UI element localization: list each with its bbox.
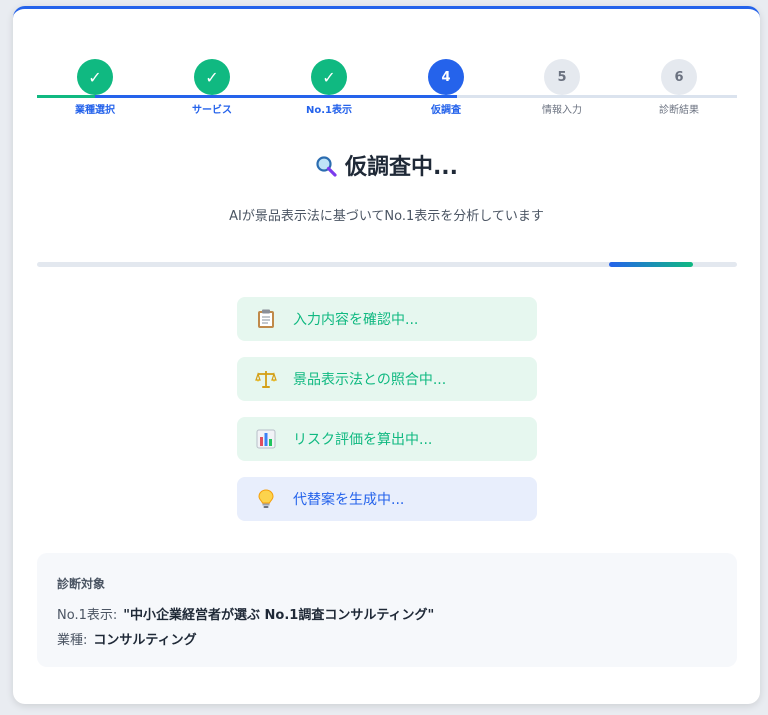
task-item: 代替案を生成中...: [237, 477, 537, 521]
target-no1-label: No.1表示:: [57, 608, 118, 623]
step-industry[interactable]: ✓ 業種選択: [37, 59, 153, 116]
step-label: 情報入力: [542, 105, 582, 116]
target-no1-row: No.1表示: "中小企業経営者が選ぶ No.1調査コンサルティング": [57, 604, 717, 623]
target-industry-label: 業種:: [57, 633, 88, 648]
clipboard-icon: [255, 308, 277, 330]
analysis-progress-bar: [37, 262, 737, 267]
step-no1[interactable]: ✓ No.1表示: [271, 59, 387, 116]
task-label: リスク評価を算出中...: [293, 432, 433, 448]
step-label: 仮調査: [431, 105, 461, 116]
target-industry-row: 業種: コンサルティング: [57, 629, 717, 648]
step-label: サービス: [192, 105, 232, 116]
page-title: 仮調査中...: [13, 149, 760, 181]
task-label: 景品表示法との照合中...: [293, 372, 447, 388]
step-preliminary: 4 仮調査: [388, 59, 504, 116]
task-item: 景品表示法との照合中...: [237, 357, 537, 401]
target-industry-value: コンサルティング: [93, 633, 197, 648]
step-number: 6: [661, 59, 697, 95]
step-result: 6 診断結果: [621, 59, 737, 116]
bar-chart-icon: [255, 428, 277, 450]
task-item: 入力内容を確認中...: [237, 297, 537, 341]
page-title-text: 仮調査中...: [344, 155, 459, 180]
scales-icon: [255, 368, 277, 390]
diagnosis-target-panel: 診断対象 No.1表示: "中小企業経営者が選ぶ No.1調査コンサルティング" …: [37, 553, 737, 667]
analysis-card: ✓ 業種選択 ✓ サービス ✓ No.1表示 4 仮調査 5 情報入力 6 診断…: [13, 6, 760, 704]
target-no1-value: "中小企業経営者が選ぶ No.1調査コンサルティング": [123, 608, 435, 623]
task-label: 代替案を生成中...: [293, 492, 405, 508]
task-label: 入力内容を確認中...: [293, 312, 419, 328]
step-service[interactable]: ✓ サービス: [154, 59, 270, 116]
step-label: 業種選択: [75, 105, 115, 116]
task-item: リスク評価を算出中...: [237, 417, 537, 461]
step-number: 5: [544, 59, 580, 95]
step-check-icon: ✓: [194, 59, 230, 95]
target-heading: 診断対象: [57, 577, 106, 591]
magnifier-icon: [315, 155, 337, 177]
step-number: 4: [428, 59, 464, 95]
step-info-input: 5 情報入力: [504, 59, 620, 116]
progress-stepper: ✓ 業種選択 ✓ サービス ✓ No.1表示 4 仮調査 5 情報入力 6 診断…: [37, 59, 737, 119]
step-check-icon: ✓: [311, 59, 347, 95]
lightbulb-icon: [255, 488, 277, 510]
step-label: No.1表示: [306, 105, 352, 116]
task-list: 入力内容を確認中... 景品表示法との照合中... リスク評価を算出中... 代…: [237, 297, 537, 537]
progress-fill: [609, 262, 693, 267]
page-subtitle: AIが景品表示法に基づいてNo.1表示を分析しています: [229, 209, 544, 224]
step-check-icon: ✓: [77, 59, 113, 95]
step-label: 診断結果: [659, 105, 699, 116]
